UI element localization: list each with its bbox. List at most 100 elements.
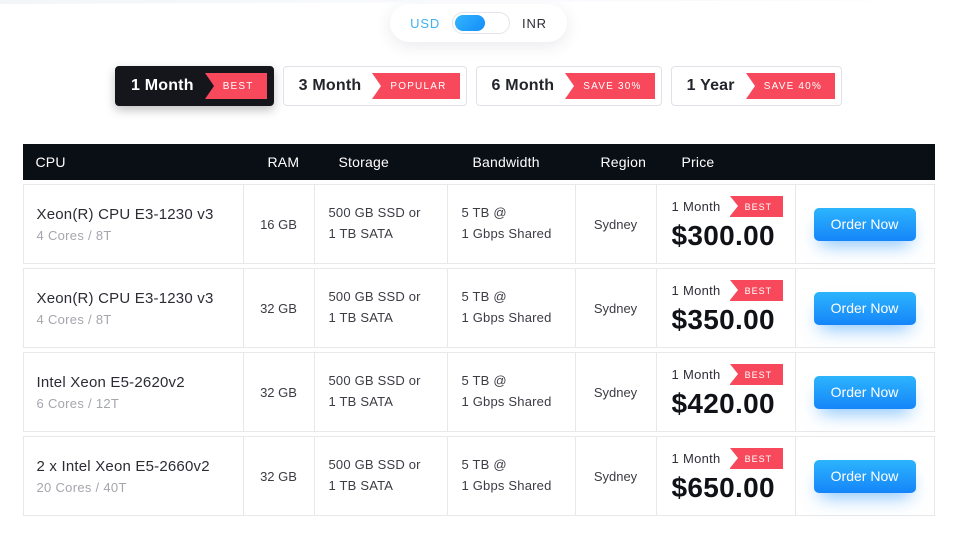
cpu-cell: Intel Xeon E5-2620v2 6 Cores / 12T [22, 352, 244, 432]
plan-tabs: 1 Month BEST 3 Month POPULAR 6 Month SAV… [0, 66, 957, 106]
ram-cell: 32 GB [243, 268, 315, 348]
ram-cell: 32 GB [243, 352, 315, 432]
tab-label: 1 Month [130, 77, 194, 94]
cpu-cores: 6 Cores / 12T [36, 395, 120, 411]
storage-cell: 500 GB SSD or 1 TB SATA [314, 352, 448, 432]
cpu-cell: 2 x Intel Xeon E5-2660v2 20 Cores / 40T [22, 436, 244, 516]
storage-line2: 1 TB SATA [328, 478, 394, 493]
bandwidth-line2: 1 Gbps Shared [461, 478, 552, 493]
price-cell: 1 Month BEST $350.00 [656, 268, 796, 348]
tab-3-month[interactable]: 3 Month POPULAR [282, 66, 467, 106]
switch-knob [455, 15, 486, 31]
tab-badge-ribbon: SAVE 40% [745, 73, 836, 99]
currency-toggle: USD INR [390, 4, 567, 42]
bandwidth-line1: 5 TB @ [461, 373, 507, 389]
column-header-storage: Storage [314, 144, 448, 180]
bandwidth-line2: 1 Gbps Shared [461, 394, 552, 409]
order-now-button[interactable]: Order Now [813, 459, 916, 493]
cpu-cores: 20 Cores / 40T [36, 479, 127, 495]
bandwidth-cell: 5 TB @ 1 Gbps Shared [447, 436, 576, 516]
order-now-button[interactable]: Order Now [813, 291, 916, 325]
table-row: Xeon(R) CPU E3-1230 v3 4 Cores / 8T 16 G… [22, 184, 935, 264]
storage-line2: 1 TB SATA [328, 226, 394, 241]
table-row: Intel Xeon E5-2620v2 6 Cores / 12T 32 GB… [22, 352, 935, 432]
cpu-cores: 4 Cores / 8T [36, 311, 112, 327]
region-cell: Sydney [575, 184, 657, 264]
column-header-cpu: CPU [22, 144, 244, 180]
ram-cell: 16 GB [243, 184, 315, 264]
pricing-table: CPU RAM Storage Bandwidth Region Price X… [22, 140, 935, 520]
bandwidth-line1: 5 TB @ [461, 457, 507, 473]
cpu-name: 2 x Intel Xeon E5-2660v2 [36, 457, 210, 475]
region-cell: Sydney [575, 268, 657, 348]
column-header-region: Region [575, 144, 657, 180]
bandwidth-line1: 5 TB @ [461, 289, 507, 305]
bandwidth-cell: 5 TB @ 1 Gbps Shared [447, 184, 576, 264]
term-label: 1 Month [671, 367, 721, 382]
inr-label[interactable]: INR [522, 16, 547, 31]
cpu-name: Xeon(R) CPU E3-1230 v3 [36, 205, 214, 223]
column-header-bandwidth: Bandwidth [447, 144, 576, 180]
storage-line1: 500 GB SSD or [328, 289, 421, 305]
column-header-ram: RAM [243, 144, 315, 180]
table-row: 2 x Intel Xeon E5-2660v2 20 Cores / 40T … [22, 436, 935, 516]
usd-label[interactable]: USD [410, 16, 440, 31]
tab-badge-ribbon: POPULAR [372, 73, 460, 99]
region-cell: Sydney [575, 352, 657, 432]
tab-1-year[interactable]: 1 Year SAVE 40% [670, 66, 843, 106]
order-cell: Order Now [795, 184, 935, 264]
cpu-name: Xeon(R) CPU E3-1230 v3 [36, 289, 214, 307]
order-cell: Order Now [795, 352, 935, 432]
best-badge-ribbon: BEST [729, 448, 784, 469]
price-cell: 1 Month BEST $650.00 [656, 436, 796, 516]
price-value: $350.00 [671, 304, 775, 335]
cpu-cell: Xeon(R) CPU E3-1230 v3 4 Cores / 8T [22, 268, 244, 348]
cpu-cores: 4 Cores / 8T [36, 227, 112, 243]
storage-line2: 1 TB SATA [328, 310, 394, 325]
order-now-button[interactable]: Order Now [813, 207, 916, 241]
storage-line1: 500 GB SSD or [328, 205, 421, 221]
column-header-order [795, 144, 935, 180]
order-cell: Order Now [795, 268, 935, 348]
tab-6-month[interactable]: 6 Month SAVE 30% [475, 66, 662, 106]
storage-line1: 500 GB SSD or [328, 457, 421, 473]
bandwidth-line2: 1 Gbps Shared [461, 310, 552, 325]
price-cell: 1 Month BEST $300.00 [656, 184, 796, 264]
term-label: 1 Month [671, 451, 721, 466]
bandwidth-cell: 5 TB @ 1 Gbps Shared [447, 352, 576, 432]
ram-cell: 32 GB [243, 436, 315, 516]
order-cell: Order Now [795, 436, 935, 516]
best-badge-ribbon: BEST [729, 364, 784, 385]
tab-badge-ribbon: SAVE 30% [565, 73, 655, 99]
price-value: $650.00 [671, 472, 775, 503]
bandwidth-line2: 1 Gbps Shared [461, 226, 552, 241]
storage-line1: 500 GB SSD or [328, 373, 421, 389]
cpu-cell: Xeon(R) CPU E3-1230 v3 4 Cores / 8T [22, 184, 244, 264]
term-label: 1 Month [671, 283, 721, 298]
cpu-name: Intel Xeon E5-2620v2 [36, 373, 185, 391]
price-cell: 1 Month BEST $420.00 [656, 352, 796, 432]
bandwidth-cell: 5 TB @ 1 Gbps Shared [447, 268, 576, 348]
price-value: $420.00 [671, 388, 775, 419]
tab-label: 1 Year [686, 77, 735, 94]
storage-line2: 1 TB SATA [328, 394, 394, 409]
tab-label: 3 Month [298, 77, 362, 94]
price-value: $300.00 [671, 220, 775, 251]
best-badge-ribbon: BEST [729, 280, 784, 301]
currency-switch[interactable] [452, 12, 511, 34]
table-header-row: CPU RAM Storage Bandwidth Region Price [22, 144, 935, 180]
storage-cell: 500 GB SSD or 1 TB SATA [314, 184, 448, 264]
region-cell: Sydney [575, 436, 657, 516]
table-row: Xeon(R) CPU E3-1230 v3 4 Cores / 8T 32 G… [22, 268, 935, 348]
bandwidth-line1: 5 TB @ [461, 205, 507, 221]
tab-label: 6 Month [491, 77, 555, 94]
tab-1-month[interactable]: 1 Month BEST [114, 66, 274, 106]
order-now-button[interactable]: Order Now [813, 375, 916, 409]
term-label: 1 Month [671, 199, 721, 214]
storage-cell: 500 GB SSD or 1 TB SATA [314, 268, 448, 348]
currency-bar: USD INR [0, 0, 957, 42]
column-header-price: Price [656, 144, 796, 180]
tab-badge-ribbon: BEST [204, 73, 267, 99]
storage-cell: 500 GB SSD or 1 TB SATA [314, 436, 448, 516]
best-badge-ribbon: BEST [729, 196, 784, 217]
